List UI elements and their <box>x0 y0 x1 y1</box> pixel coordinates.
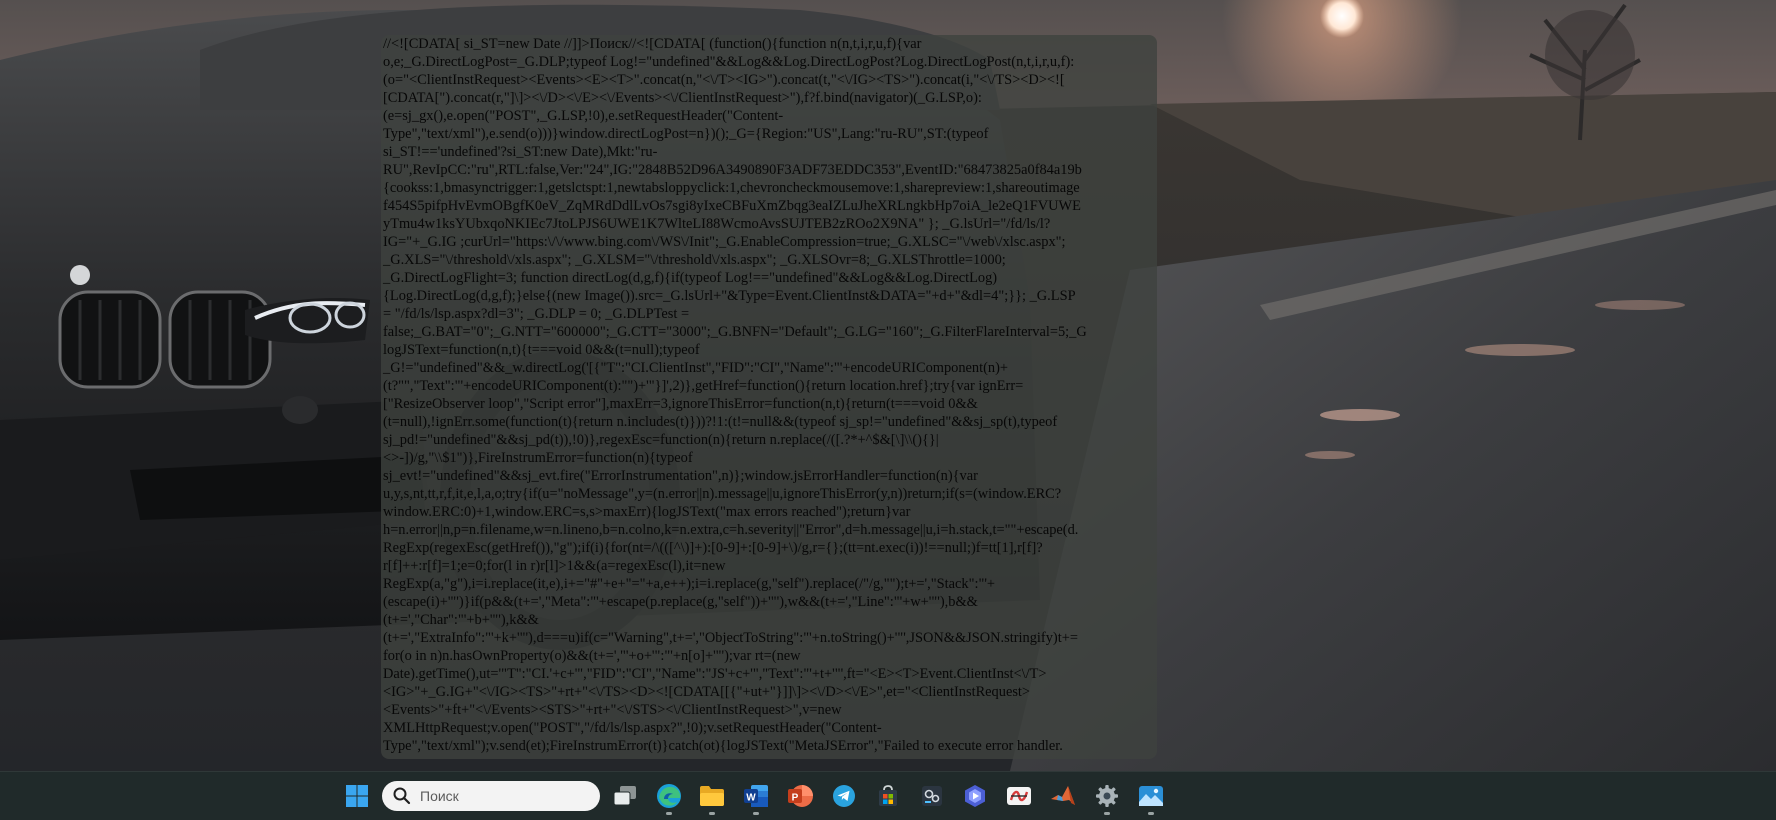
photos-icon <box>1139 786 1163 806</box>
telegram-icon <box>833 785 855 807</box>
code-line: f454S5pifpHvEvmOBgfK0eV_ZqMRdDdlLvOs7sgi… <box>383 198 1081 214</box>
code-line: (escape(i)+'"')}if(p&&(t+=',"Meta":"'+es… <box>383 594 978 610</box>
app-button-2[interactable] <box>955 776 995 816</box>
code-line: si_ST!=='undefined'?si_ST:new Date),Mkt:… <box>383 144 658 160</box>
code-line: sj_evt!="undefined"&&sj_evt.fire("ErrorI… <box>383 468 978 484</box>
running-indicator <box>1148 812 1154 815</box>
folder-icon <box>700 786 724 806</box>
task-view-button[interactable] <box>605 776 645 816</box>
code-line: XMLHttpRequest;v.open("POST","/fd/ls/lsp… <box>383 720 882 736</box>
app-button-3[interactable] <box>999 776 1039 816</box>
code-line: [CDATA[").concat(r,"]\]><\/D><\/E><\/Eve… <box>383 90 982 106</box>
task-view-icon <box>613 786 636 806</box>
code-line: Date).getTime(),ut='"T":"CI.'+c+'","FID"… <box>383 666 1047 682</box>
start-button[interactable] <box>337 776 377 816</box>
code-line: = "/fd/ls/lsp.aspx?dl=3"; _G.DLP = 0; _G… <box>383 306 690 322</box>
code-line: r[f]++:r[f]=1;e=0;for(l in r)r[l]>1&&(a=… <box>383 558 726 574</box>
code-line: (t?"","Text":"'+encodeURIComponent(t):""… <box>383 378 1024 394</box>
svg-text:W: W <box>746 793 756 804</box>
code-line: (o="<ClientInstRequest><Events><E><T>".c… <box>383 72 1065 88</box>
telegram-button[interactable] <box>824 776 864 816</box>
app-icon <box>922 786 942 806</box>
code-line: ["ResizeObserver loop","Script error"],m… <box>383 396 978 412</box>
file-explorer-button[interactable] <box>692 776 732 816</box>
store-button[interactable] <box>868 776 908 816</box>
matlab-icon <box>1051 786 1075 805</box>
code-line: (t+=',"Char":"'+b+'"'),k&& <box>383 612 539 628</box>
source-code-text: //<![CDATA[ si_ST=new Date //]]>Поиск//<… <box>381 35 1157 755</box>
svg-text:P: P <box>792 793 799 804</box>
store-icon <box>879 785 897 806</box>
code-line: IG="+_G.IG ;curUrl="https:\/\/www.bing.c… <box>383 234 1066 250</box>
running-indicator <box>1104 812 1110 815</box>
matlab-button[interactable] <box>1043 776 1083 816</box>
code-line: <Events>"+ft+"<\/Events><STS>"+rt+"<\/ST… <box>383 702 842 718</box>
code-line: (t=null),!ignErr.some(function(t){return… <box>383 414 1058 430</box>
word-icon: W <box>744 785 768 807</box>
powerpoint-button[interactable]: P <box>780 776 820 816</box>
edge-button[interactable] <box>649 776 689 816</box>
app-icon <box>1007 787 1031 805</box>
code-line: //<![CDATA[ si_ST=new Date //]]>Поиск//<… <box>383 36 922 52</box>
app-button-1[interactable] <box>912 776 952 816</box>
running-indicator <box>709 812 715 815</box>
code-line: logJSText=function(n,t){t===void 0&&(t=n… <box>383 342 700 358</box>
search-input[interactable] <box>420 788 590 804</box>
code-line: sj_pd!="undefined"&&sj_pd(t)),!0)},regex… <box>383 432 939 448</box>
code-line: {cookss:1,bmasynctrigger:1,getslctspt:1,… <box>383 180 1080 196</box>
code-line: _G.XLS="\/threshold\/xls.aspx"; _G.XLSM=… <box>383 252 1006 268</box>
code-line: h=n.error||n,p=n.filename,w=n.lineno,b=n… <box>383 522 1079 538</box>
code-line: _G.DirectLogFlight=3; function directLog… <box>383 270 998 286</box>
code-line: yTmu4w1ksYUbxqoNKIEc7JtoLPJS6UWE1K7WlteL… <box>383 216 1051 232</box>
taskbar: W P <box>0 771 1776 820</box>
gear-icon <box>1096 785 1118 807</box>
code-line: RU",RevIpCC:"ru",RTL:false,Ver:"24",IG:"… <box>383 162 1082 178</box>
code-line: RegExp(regexEsc(getHref()),"g");if(i){fo… <box>383 540 1043 556</box>
windows-logo-icon <box>346 785 368 807</box>
code-line: <>-])/g,"\\$1")},FireInstrumError=functi… <box>383 450 693 466</box>
edge-icon <box>657 784 681 808</box>
photos-button[interactable] <box>1131 776 1171 816</box>
running-indicator <box>666 812 672 815</box>
powerpoint-icon: P <box>788 785 813 807</box>
code-line: Type","text/xml");v.send(et);FireInstrum… <box>383 738 1063 754</box>
word-button[interactable]: W <box>736 776 776 816</box>
app-icon <box>965 785 985 807</box>
code-line: _G!="undefined"&&_w.directLog('[{"T":"CI… <box>383 360 1009 376</box>
code-line: u,y,s,nt,tt,r,f,it,e,l,a,o;try{if(u="noM… <box>383 486 1062 502</box>
search-icon <box>393 787 411 805</box>
code-line: (t+=',"ExtraInfo":"'+k+'"'),d===u)if(c="… <box>383 630 1078 646</box>
code-line: window.ERC:0)+1,window.ERC=s,s>maxErr){l… <box>383 504 911 520</box>
code-line: <IG>"+_G.IG+"<\/IG><TS>"+rt+"<\/TS><D><!… <box>383 684 1031 700</box>
code-line: for(o in n)n.hasOwnProperty(o)&&(t+=',"'… <box>383 648 801 664</box>
code-line: o,e;_G.DirectLogPost=_G.DLP;typeof Log!=… <box>383 54 1075 70</box>
code-line: RegExp(a,"g"),i=i.replace(it,e),i+="#"+e… <box>383 576 996 592</box>
taskbar-search-box[interactable] <box>382 781 600 811</box>
code-line: (e=sj_gx(),e.open("POST",_G.LSP,!0),e.se… <box>383 108 784 124</box>
code-line: {Log.DirectLog(d,g,f);}else{(new Image()… <box>383 288 1076 304</box>
code-line: false;_G.BAT="0";_G.NTT="600000";_G.CTT=… <box>383 324 1087 340</box>
settings-button[interactable] <box>1087 776 1127 816</box>
code-overlay-window: //<![CDATA[ si_ST=new Date //]]>Поиск//<… <box>381 35 1157 759</box>
running-indicator <box>753 812 759 815</box>
code-line: Type","text/xml"),e.send(o)))}window.dir… <box>383 126 989 142</box>
